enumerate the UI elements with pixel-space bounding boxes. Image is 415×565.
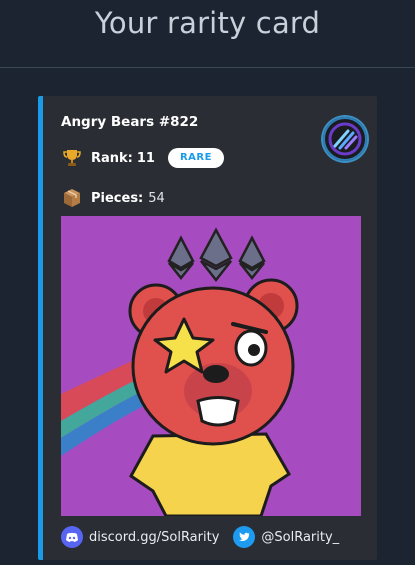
page-title: Your rarity card (94, 6, 321, 40)
rank-value: 11 (136, 150, 155, 166)
twitter-icon (233, 526, 256, 548)
nft-image (61, 216, 361, 516)
box-icon (61, 187, 83, 209)
pieces-row: Pieces: 54 (61, 187, 165, 209)
trophy-icon (61, 147, 83, 169)
nft-name: Angry Bears #822 (61, 114, 199, 130)
discord-link[interactable]: discord.gg/SolRarity (61, 526, 219, 548)
solrarity-logo-icon (321, 115, 369, 163)
discord-link-text: discord.gg/SolRarity (89, 529, 220, 545)
rank-label: Rank: (91, 150, 133, 166)
pieces-value: 54 (148, 190, 165, 206)
card-footer: discord.gg/SolRarity @SolRarity_ (61, 523, 353, 551)
twitter-link-text: @SolRarity_ (261, 529, 340, 545)
pieces-label: Pieces: (91, 190, 144, 206)
rank-row: Rank: 11 RARE (61, 147, 224, 169)
rarity-card: Angry Bears #822 Rank: 11 RARE Pieces: 5… (38, 96, 377, 560)
twitter-link[interactable]: @SolRarity_ (233, 526, 339, 548)
discord-icon (61, 526, 83, 548)
rarity-badge: RARE (167, 148, 224, 168)
header-divider (0, 67, 415, 68)
